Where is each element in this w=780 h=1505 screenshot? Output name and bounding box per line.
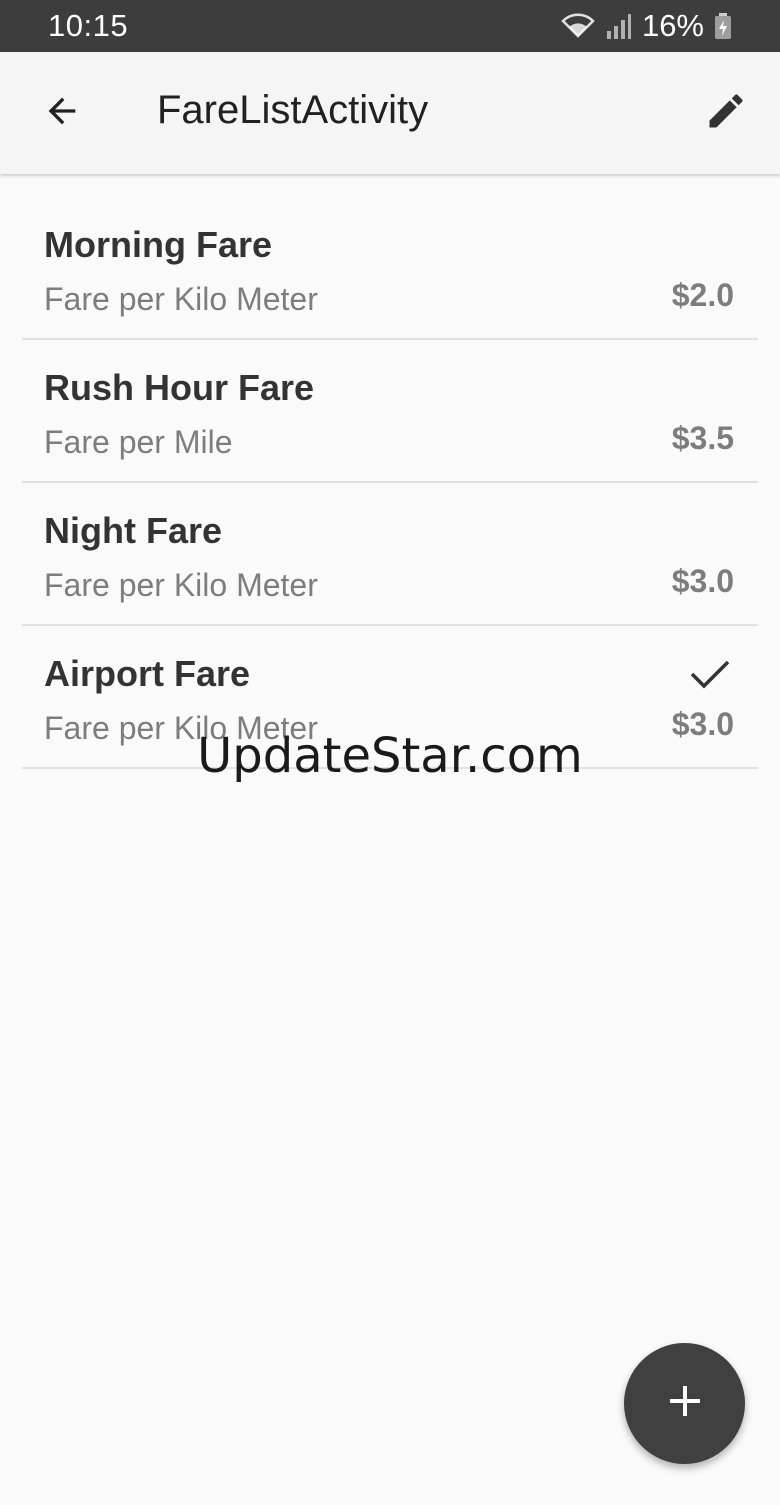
app-bar: FareListActivity xyxy=(0,52,780,174)
fare-unit: Fare per Mile xyxy=(44,424,233,460)
fare-unit: Fare per Kilo Meter xyxy=(44,281,318,317)
plus-icon xyxy=(667,1383,703,1424)
back-button[interactable] xyxy=(24,75,100,151)
fare-list-item-night[interactable]: Night Fare Fare per Kilo Meter $3.0 xyxy=(22,483,758,626)
fare-title: Night Fare xyxy=(44,510,223,551)
signal-icon xyxy=(606,12,632,40)
add-fare-button[interactable] xyxy=(624,1343,745,1464)
edit-button[interactable] xyxy=(688,75,764,151)
fare-unit: Fare per Kilo Meter xyxy=(44,567,318,603)
battery-percent: 16% xyxy=(641,8,704,43)
fare-price: $2.0 xyxy=(671,277,734,313)
fare-price: $3.5 xyxy=(671,420,734,456)
fare-title: Rush Hour Fare xyxy=(44,367,315,408)
arrow-back-icon xyxy=(42,91,82,136)
fare-list-item-rush-hour[interactable]: Rush Hour Fare Fare per Mile $3.5 xyxy=(22,340,758,483)
fare-unit: Fare per Kilo Meter xyxy=(44,710,318,746)
pencil-icon xyxy=(704,89,748,138)
fare-title: Airport Fare xyxy=(44,653,251,694)
fare-price: $3.0 xyxy=(671,563,734,599)
status-indicators: 16% xyxy=(560,8,732,44)
wifi-icon xyxy=(560,12,596,40)
fare-title: Morning Fare xyxy=(44,224,273,265)
page-title: FareListActivity xyxy=(157,88,429,132)
status-bar: 10:15 16% xyxy=(0,0,780,52)
checkmark-icon xyxy=(688,656,732,697)
fare-list-item-morning[interactable]: Morning Fare Fare per Kilo Meter $2.0 xyxy=(22,197,758,340)
fare-list-item-airport[interactable]: Airport Fare Fare per Kilo Meter $3.0 xyxy=(22,626,758,769)
fare-price: $3.0 xyxy=(671,706,734,742)
status-time: 10:15 xyxy=(48,8,129,43)
battery-charging-icon xyxy=(714,12,732,40)
fare-list: Morning Fare Fare per Kilo Meter $2.0 Ru… xyxy=(22,197,758,769)
